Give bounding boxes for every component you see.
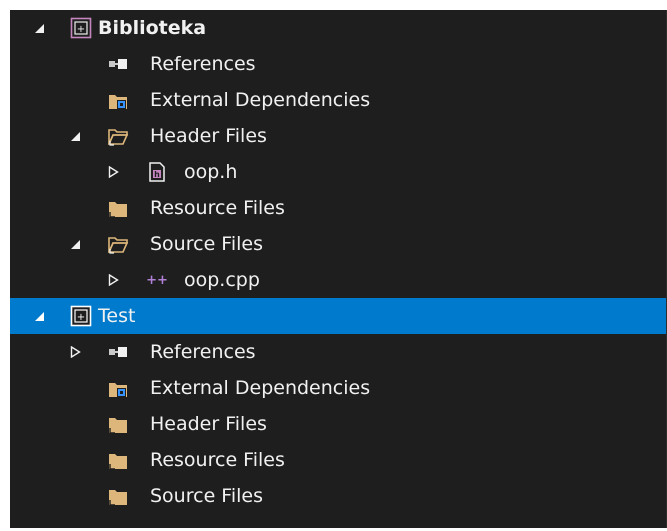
- expanded-arrow-icon[interactable]: [32, 309, 46, 323]
- tree-item-label: External Dependencies: [150, 89, 371, 111]
- tree-item-label: Header Files: [150, 125, 267, 147]
- project-name: Biblioteka: [98, 17, 207, 39]
- tree-item-project-test[interactable]: + Test: [10, 298, 666, 334]
- tree-item-label: oop.h: [184, 161, 238, 183]
- tree-item-source-files[interactable]: Source Files: [10, 226, 666, 262]
- expanded-arrow-icon[interactable]: [68, 129, 82, 143]
- tree-item-resource-files[interactable]: Resource Files: [10, 190, 666, 226]
- svg-text:h: h: [154, 170, 160, 179]
- external-dependencies-icon: [107, 377, 129, 399]
- tree-item-references[interactable]: References: [10, 334, 666, 370]
- header-file-icon: h: [146, 161, 168, 183]
- solution-explorer-panel: + Biblioteka References External Depende…: [10, 10, 667, 528]
- tree-item-external-dependencies[interactable]: External Dependencies: [10, 82, 666, 118]
- tree-item-external-dependencies[interactable]: External Dependencies: [10, 370, 666, 406]
- folder-filter-icon: [107, 197, 129, 219]
- tree-item-label: External Dependencies: [150, 377, 371, 399]
- tree-item-label: Resource Files: [150, 449, 285, 471]
- vc-project-icon: +: [70, 17, 92, 39]
- folder-filter-icon: [107, 449, 129, 471]
- folder-filter-open-icon: [107, 233, 129, 255]
- collapsed-arrow-icon[interactable]: [106, 165, 120, 179]
- tree-item-project-biblioteka[interactable]: + Biblioteka: [10, 10, 666, 46]
- expanded-arrow-icon[interactable]: [32, 21, 46, 35]
- project-name: Test: [98, 305, 136, 327]
- folder-filter-open-icon: [107, 125, 129, 147]
- svg-text:+: +: [77, 24, 85, 35]
- folder-filter-icon: [107, 413, 129, 435]
- tree-item-oop-h[interactable]: h oop.h: [10, 154, 666, 190]
- vc-project-icon: +: [70, 305, 92, 327]
- tree-item-label: References: [150, 341, 256, 363]
- tree-item-source-files[interactable]: Source Files: [10, 478, 666, 514]
- references-icon: [107, 341, 129, 363]
- tree-item-label: Resource Files: [150, 197, 285, 219]
- tree-item-label: oop.cpp: [184, 269, 260, 291]
- tree-item-header-files[interactable]: Header Files: [10, 118, 666, 154]
- solution-tree: + Biblioteka References External Depende…: [10, 10, 666, 514]
- tree-item-resource-files[interactable]: Resource Files: [10, 442, 666, 478]
- svg-text:++: ++: [146, 273, 168, 288]
- tree-item-oop-cpp[interactable]: ++ oop.cpp: [10, 262, 666, 298]
- collapsed-arrow-icon[interactable]: [106, 273, 120, 287]
- folder-filter-icon: [107, 485, 129, 507]
- tree-item-label: Source Files: [150, 485, 263, 507]
- tree-item-references[interactable]: References: [10, 46, 666, 82]
- tree-item-label: Source Files: [150, 233, 263, 255]
- references-icon: [107, 53, 129, 75]
- svg-text:+: +: [77, 312, 85, 323]
- expanded-arrow-icon[interactable]: [68, 237, 82, 251]
- tree-item-header-files[interactable]: Header Files: [10, 406, 666, 442]
- external-dependencies-icon: [107, 89, 129, 111]
- tree-item-label: Header Files: [150, 413, 267, 435]
- cpp-file-icon: ++: [146, 269, 168, 291]
- collapsed-arrow-icon[interactable]: [68, 345, 82, 359]
- tree-item-label: References: [150, 53, 256, 75]
